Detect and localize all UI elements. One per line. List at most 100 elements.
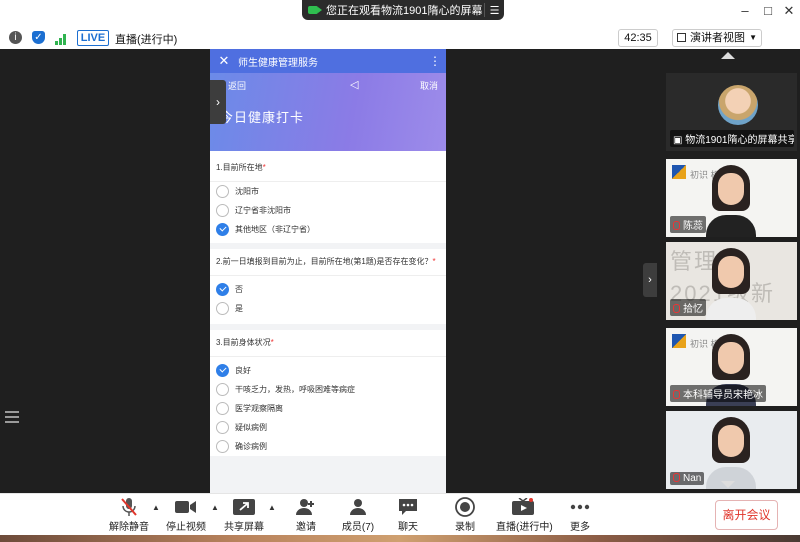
participant-name: 本科辅导员宋艳冰 [670,385,766,402]
invite-button[interactable]: 邀请 [288,496,324,534]
video-camera-icon [165,496,207,518]
leave-meeting-button[interactable]: 离开会议 [715,500,778,530]
live-badge: LIVE [77,30,109,46]
mic-muted-icon [673,221,680,230]
radio-button-checked[interactable] [216,283,229,296]
option-row[interactable]: 医学观察隔离 [210,399,446,418]
list-icon[interactable] [5,411,19,423]
participant-video [706,417,756,489]
share-screen-button[interactable]: 共享屏幕 [222,496,266,534]
question-title: 1.目前所在地* [210,155,446,182]
option-row[interactable]: 疑似病例 [210,418,446,437]
participant-name: Nan [670,472,705,485]
live-stream-icon [496,496,550,518]
share-screen-icon [222,496,266,518]
meeting-window: 您正在观看物流1901隋心的屏幕 ☰ – □ ✕ i ✓ LIVE 直播(进行中… [0,0,800,542]
video-panel: ▣ 物流1901隋心的屏幕共享 初识 相遇 陈蕊 管理学 2021级新 拾忆 初… [659,49,800,493]
unmute-button[interactable]: 解除静音 [108,496,150,534]
minimize-icon[interactable]: – [735,3,755,18]
form-body: 1.目前所在地* 沈阳市 辽宁省非沈阳市 其他地区（非辽宁省） 2.前一日填报到… [210,151,446,456]
desktop-strip [0,535,800,542]
question-block: 2.前一日填报到目前为止，目前所在地(第1题)是否存在变化？* 否 是 [210,249,446,318]
video-tile[interactable]: ▣ 物流1901隋心的屏幕共享 [666,73,797,151]
chevron-up-icon[interactable]: ▲ [268,503,276,512]
video-camera-icon [308,6,322,14]
radio-button[interactable] [216,302,229,315]
chat-button[interactable]: 聊天 [393,496,423,534]
radio-button[interactable] [216,185,229,198]
video-tile[interactable]: 初识 相遇 本科辅导员宋艳冰 [666,328,797,406]
members-icon [338,496,378,518]
phone-app-title: 师生健康管理服务 [238,57,318,69]
radio-button[interactable] [216,402,229,415]
viewing-banner[interactable]: 您正在观看物流1901隋心的屏幕 ☰ [302,0,504,20]
question-title: 2.前一日填报到目前为止，目前所在地(第1题)是否存在变化？* [210,249,446,276]
cancel-link[interactable]: 取消 [420,79,438,92]
chevron-up-icon[interactable]: ▲ [152,503,160,512]
chevron-up-icon[interactable] [721,52,735,59]
chevron-up-icon[interactable]: ▲ [211,503,219,512]
view-grid-icon [677,33,686,42]
meeting-info-bar: i ✓ LIVE 直播(进行中) 42:35 演讲者视图 ▼ [0,27,800,49]
record-button[interactable]: 录制 [450,496,480,534]
send-icon[interactable]: ◁ [350,78,358,91]
mic-muted-icon [673,473,680,482]
radio-button[interactable] [216,204,229,217]
school-logo [672,334,686,348]
chat-icon [393,496,423,518]
mic-muted-icon [673,304,680,313]
option-row[interactable]: 沈阳市 [210,182,446,201]
close-window-icon[interactable]: ✕ [779,3,799,19]
add-user-icon [288,496,324,518]
participant-name: ▣ 物流1901隋心的屏幕共享 [670,130,794,147]
chevron-right-icon[interactable]: › [210,80,226,124]
video-tile[interactable]: 初识 相遇 陈蕊 [666,159,797,237]
shield-icon[interactable]: ✓ [32,31,45,44]
video-tile[interactable]: Nan [666,411,797,489]
shared-screen: ✕ 师生健康管理服务 ⋮ 返回 ◁ 取消 今日健康打卡 1.目前所在地* 沈阳市… [0,49,659,493]
stop-video-button[interactable]: 停止视频 [165,496,207,534]
members-button[interactable]: 成员(7) [338,496,378,534]
more-vertical-icon[interactable]: ⋮ [424,54,446,68]
radio-button-checked[interactable] [216,364,229,377]
view-mode-dropdown[interactable]: 演讲者视图 ▼ [672,29,762,47]
option-row[interactable]: 否 [210,280,446,299]
radio-button-checked[interactable] [216,223,229,236]
option-row[interactable]: 干咳乏力，发热，呼吸困难等病症 [210,380,446,399]
option-row[interactable]: 辽宁省非沈阳市 [210,201,446,220]
option-row[interactable]: 良好 [210,361,446,380]
radio-button[interactable] [216,421,229,434]
question-title: 3.目前身体状况* [210,330,446,357]
radio-button[interactable] [216,440,229,453]
phone-titlebar: ✕ 师生健康管理服务 ⋮ [210,49,446,73]
option-row[interactable]: 其他地区（非辽宁省） [210,220,446,239]
view-mode-label: 演讲者视图 [690,32,745,44]
avatar [718,85,758,125]
top-banner: 您正在观看物流1901隋心的屏幕 ☰ – □ ✕ [0,0,800,23]
participant-name: 陈蕊 [670,216,706,233]
signal-icon[interactable] [55,32,67,45]
question-block: 3.目前身体状况* 良好 干咳乏力，发热，呼吸困难等病症 医学观察隔离 疑似病例… [210,330,446,456]
maximize-icon[interactable]: □ [758,3,778,18]
phone-header: 返回 ◁ 取消 今日健康打卡 [210,73,446,151]
chevron-down-icon: ▼ [749,33,757,42]
option-row[interactable]: 确诊病例 [210,437,446,456]
close-icon[interactable]: ✕ [210,53,238,69]
radio-button[interactable] [216,383,229,396]
back-link[interactable]: 返回 [228,79,246,92]
menu-icon[interactable]: ☰ [484,3,504,17]
meeting-timer: 42:35 [618,29,658,47]
option-row[interactable]: 是 [210,299,446,318]
panel-toggle-icon[interactable]: › [643,263,657,297]
participant-video [706,165,756,237]
live-stream-button[interactable]: 直播(进行中) [496,496,553,534]
info-icon[interactable]: i [9,31,22,44]
viewing-banner-text: 您正在观看物流1901隋心的屏幕 [326,5,483,17]
shared-phone-screen: ✕ 师生健康管理服务 ⋮ 返回 ◁ 取消 今日健康打卡 1.目前所在地* 沈阳市… [210,49,446,493]
chevron-down-icon[interactable] [721,481,735,488]
more-button[interactable]: 更多 [566,496,594,534]
question-block: 1.目前所在地* 沈阳市 辽宁省非沈阳市 其他地区（非辽宁省） [210,155,446,239]
page-title: 今日健康打卡 [220,110,305,125]
video-tile[interactable]: 管理学 2021级新 拾忆 [666,242,797,320]
meeting-toolbar: 解除静音 ▲ 停止视频 ▲ 共享屏幕 ▲ 邀请 成员(7) 聊天 录制 直播(进… [0,493,800,535]
